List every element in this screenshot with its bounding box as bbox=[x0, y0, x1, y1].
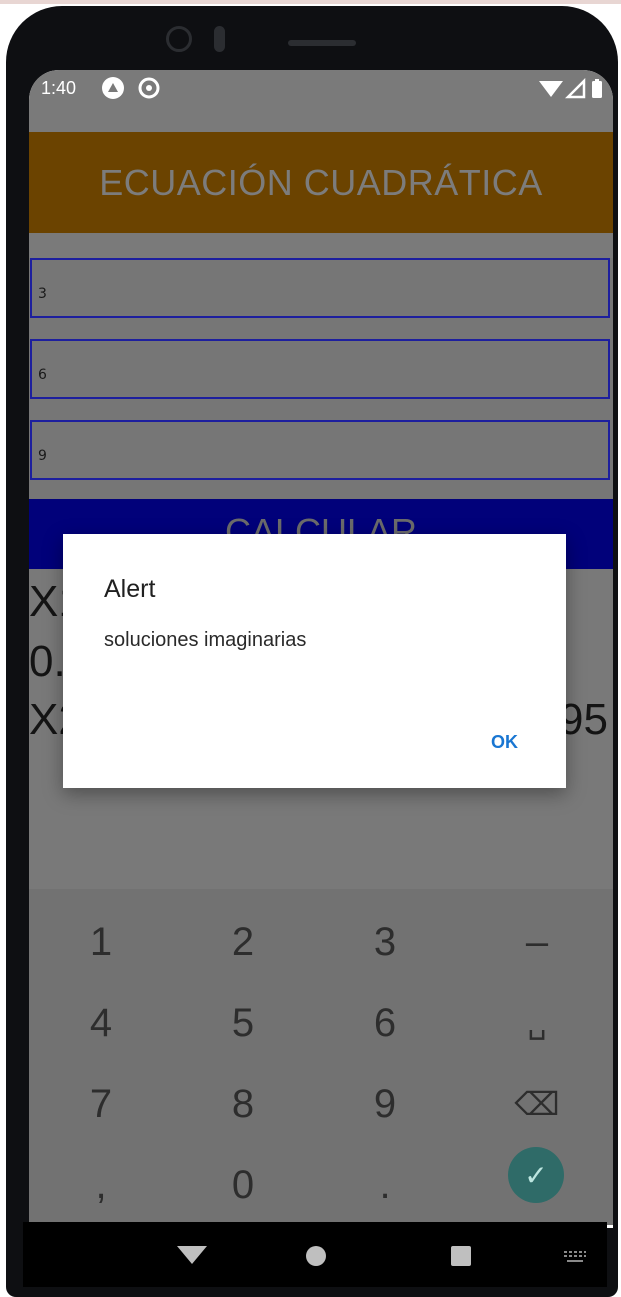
speaker-grille bbox=[288, 40, 356, 46]
system-nav-bar bbox=[23, 1222, 607, 1287]
back-triangle-icon[interactable] bbox=[175, 1244, 209, 1266]
signal-icon bbox=[564, 78, 586, 99]
key-4[interactable]: 4 bbox=[41, 990, 161, 1056]
sensor-icon bbox=[214, 26, 225, 52]
home-circle-icon[interactable] bbox=[306, 1246, 326, 1266]
status-right-icons bbox=[539, 78, 602, 99]
window-top-border bbox=[0, 0, 621, 4]
key-6[interactable]: 6 bbox=[325, 990, 445, 1056]
dialog-title: Alert bbox=[104, 575, 156, 603]
a-circle-icon bbox=[102, 77, 124, 99]
status-time: 1:40 bbox=[41, 78, 77, 98]
keyboard-done-check-icon[interactable]: ✓ bbox=[508, 1147, 564, 1203]
key-7[interactable]: 7 bbox=[41, 1071, 161, 1137]
alert-dialog: Alert soluciones imaginarias OK bbox=[63, 534, 566, 788]
recents-square-icon[interactable] bbox=[451, 1246, 471, 1266]
app-header: ECUACIÓN CUADRÁTICA bbox=[29, 132, 613, 233]
status-bar: 1:40 bbox=[29, 70, 613, 132]
coefficient-a-field[interactable] bbox=[30, 258, 610, 318]
coefficient-a-input[interactable] bbox=[32, 260, 608, 316]
coefficient-c-field[interactable] bbox=[30, 420, 610, 480]
key-0[interactable]: 0 bbox=[183, 1152, 303, 1218]
coefficient-c-input[interactable] bbox=[32, 422, 608, 478]
dialog-message: soluciones imaginarias bbox=[104, 629, 307, 651]
key-2[interactable]: 2 bbox=[183, 909, 303, 975]
coefficient-b-field[interactable] bbox=[30, 339, 610, 399]
result-x2-suffix: 95 bbox=[559, 695, 608, 744]
key-1[interactable]: 1 bbox=[41, 909, 161, 975]
key-3[interactable]: 3 bbox=[325, 909, 445, 975]
camera-icon bbox=[166, 26, 192, 52]
result-value-partial: 0. bbox=[29, 637, 66, 686]
key-comma[interactable]: , bbox=[41, 1152, 161, 1218]
key-period[interactable]: . bbox=[325, 1152, 445, 1218]
battery-icon bbox=[592, 79, 602, 98]
page-title: ECUACIÓN CUADRÁTICA bbox=[99, 161, 543, 203]
key-9[interactable]: 9 bbox=[325, 1071, 445, 1137]
keyboard-switch-icon[interactable] bbox=[563, 1250, 587, 1264]
numeric-keyboard: 1 2 3 – 4 5 6 ␣ 7 8 9 ⌫ , 0 . ✓ bbox=[29, 889, 613, 1225]
coefficient-b-input[interactable] bbox=[32, 341, 608, 397]
key-8[interactable]: 8 bbox=[183, 1071, 303, 1137]
dialog-ok-button[interactable]: OK bbox=[483, 728, 526, 757]
key-space[interactable]: ␣ bbox=[477, 990, 597, 1056]
wifi-icon bbox=[539, 81, 563, 97]
key-5[interactable]: 5 bbox=[183, 990, 303, 1056]
backspace-key[interactable]: ⌫ bbox=[477, 1071, 597, 1137]
key-minus[interactable]: – bbox=[477, 909, 597, 975]
header-spacer bbox=[29, 233, 613, 258]
at-circle-icon bbox=[138, 77, 160, 99]
